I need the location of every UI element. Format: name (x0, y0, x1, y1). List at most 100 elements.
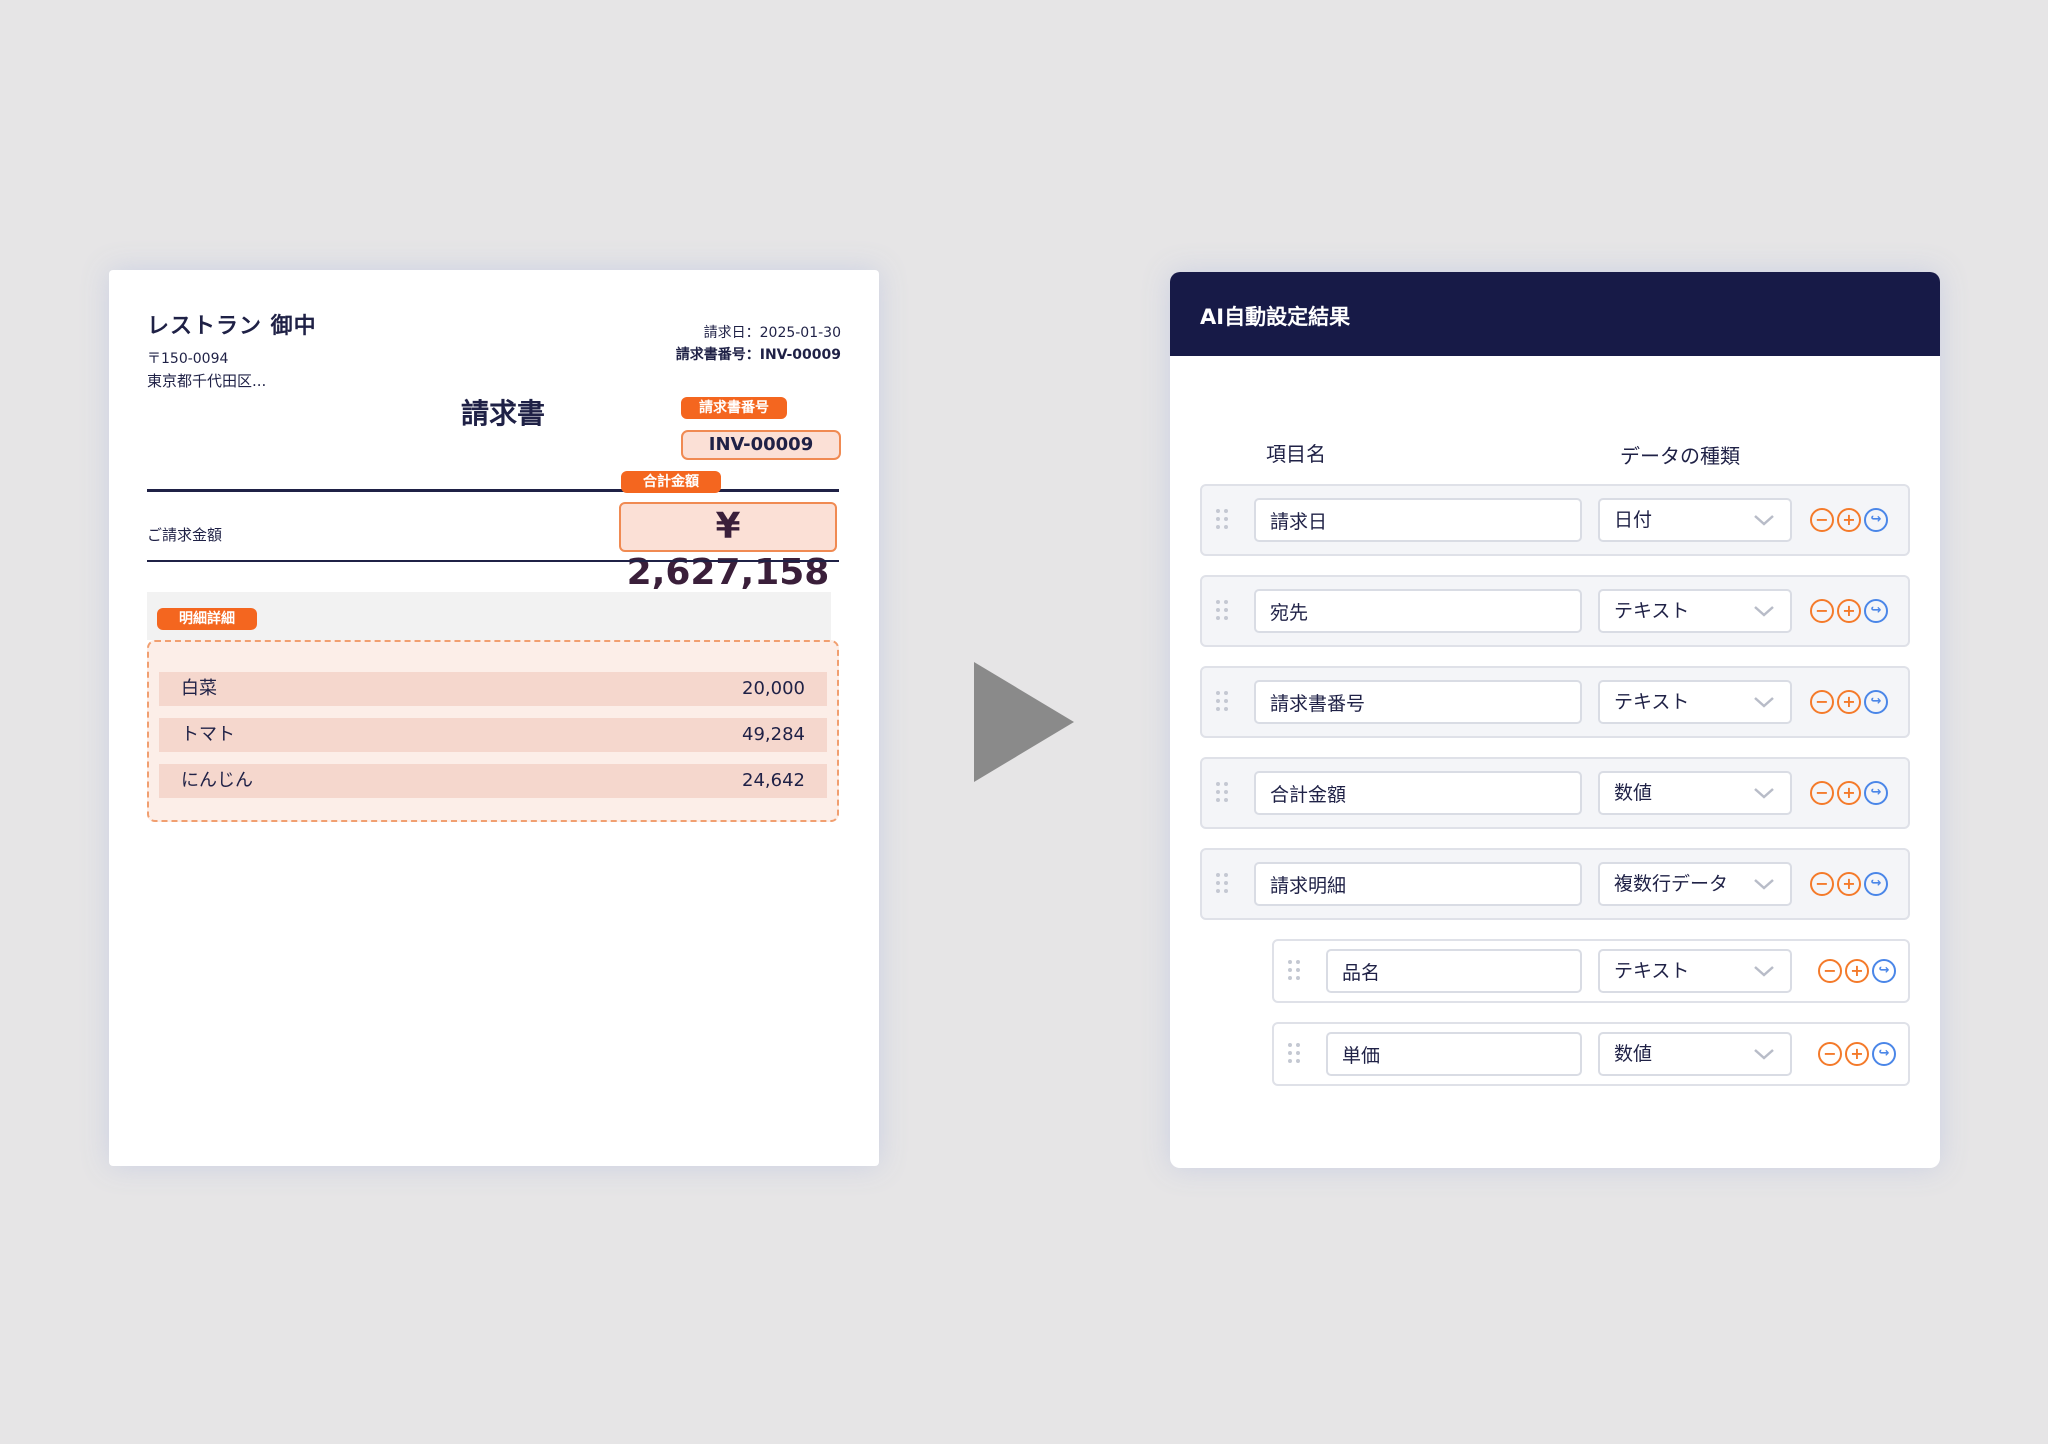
item-value: 24,642 (742, 770, 805, 791)
child-field-row: 数値 −+↪ (1272, 1022, 1910, 1086)
item-value: 20,000 (742, 678, 805, 699)
data-type-value: 複数行データ (1614, 873, 1729, 895)
data-type-value: 日付 (1614, 509, 1653, 531)
field-name-input[interactable] (1326, 949, 1582, 993)
field-name-input[interactable] (1254, 589, 1582, 633)
play-arrow-icon (974, 662, 1074, 782)
item-value: 49,284 (742, 724, 805, 745)
total-amount-tag: 合計金額 (621, 471, 721, 493)
field-row: テキスト −+↪ (1200, 575, 1910, 647)
drag-handle-icon[interactable] (1288, 960, 1304, 982)
amount-label: ご請求金額 (147, 526, 223, 544)
invoice-number-tag: 請求書番号 (681, 397, 787, 419)
remove-icon[interactable]: − (1810, 781, 1834, 805)
data-type-select[interactable]: テキスト (1598, 680, 1792, 724)
row-actions: − + ↪ (1810, 508, 1894, 532)
invoice-title: 請求書 (461, 397, 546, 430)
remove-icon[interactable]: − (1810, 508, 1834, 532)
panel-title: AI自動設定結果 (1200, 305, 1351, 329)
add-icon[interactable]: + (1845, 1042, 1869, 1066)
list-item: にんじん 24,642 (159, 764, 827, 798)
remove-icon[interactable]: − (1818, 959, 1842, 983)
add-child-icon[interactable]: ↪ (1864, 690, 1888, 714)
divider (147, 560, 839, 562)
chevron-down-icon (1754, 788, 1774, 799)
field-row: 数値 −+↪ (1200, 757, 1910, 829)
total-amount-highlight: ¥ 2,627,158 (619, 502, 837, 593)
add-icon[interactable]: + (1837, 599, 1861, 623)
row-actions: − + ↪ (1810, 781, 1894, 805)
data-type-select[interactable]: 複数行データ (1598, 862, 1792, 906)
field-name-input[interactable] (1254, 680, 1582, 724)
remove-icon[interactable]: − (1818, 1042, 1842, 1066)
item-name: トマト (181, 724, 235, 745)
chevron-down-icon (1754, 966, 1774, 977)
row-actions: − + ↪ (1810, 599, 1894, 623)
data-type-select[interactable]: テキスト (1598, 589, 1792, 633)
list-item: 白菜 20,000 (159, 672, 827, 706)
divider (147, 489, 839, 492)
chevron-down-icon (1754, 1049, 1774, 1060)
data-type-value: テキスト (1614, 960, 1690, 982)
field-row: 日付 −+↪ (1200, 484, 1910, 556)
add-icon[interactable]: + (1837, 781, 1861, 805)
field-name-input[interactable] (1326, 1032, 1582, 1076)
data-type-value: 数値 (1614, 1043, 1653, 1065)
chevron-down-icon (1754, 606, 1774, 617)
chevron-down-icon (1754, 515, 1774, 526)
drag-handle-icon[interactable] (1216, 873, 1232, 895)
data-type-value: テキスト (1614, 600, 1690, 622)
add-icon[interactable]: + (1845, 959, 1869, 983)
row-actions: − + ↪ (1810, 690, 1894, 714)
item-name: にんじん (181, 770, 253, 791)
chevron-down-icon (1754, 697, 1774, 708)
remove-icon[interactable]: − (1810, 872, 1834, 896)
field-name-input[interactable] (1254, 771, 1582, 815)
row-actions: − + ↪ (1810, 872, 1894, 896)
invoice-postal-code: 〒150-0094 (147, 351, 229, 367)
column-header-type: データの種類 (1620, 444, 1740, 468)
field-row: テキスト −+↪ (1200, 666, 1910, 738)
field-name-input[interactable] (1254, 498, 1582, 542)
drag-handle-icon[interactable] (1216, 509, 1232, 531)
data-type-select[interactable]: 数値 (1598, 1032, 1792, 1076)
data-type-value: 数値 (1614, 782, 1653, 804)
data-type-select[interactable]: テキスト (1598, 949, 1792, 993)
add-icon[interactable]: + (1837, 690, 1861, 714)
remove-icon[interactable]: − (1810, 690, 1834, 714)
drag-handle-icon[interactable] (1216, 691, 1232, 713)
invoice-number-highlight: INV-00009 (681, 430, 841, 460)
add-icon[interactable]: + (1837, 508, 1861, 532)
chevron-down-icon (1754, 879, 1774, 890)
add-child-icon[interactable]: ↪ (1864, 781, 1888, 805)
invoice-client: レストラン 御中 (147, 314, 317, 339)
add-child-icon[interactable]: ↪ (1864, 599, 1888, 623)
row-actions: − + ↪ (1818, 1042, 1902, 1066)
row-actions: − + ↪ (1818, 959, 1902, 983)
add-child-icon[interactable]: ↪ (1864, 872, 1888, 896)
remove-icon[interactable]: − (1810, 599, 1834, 623)
list-item: トマト 49,284 (159, 718, 827, 752)
data-type-value: テキスト (1614, 691, 1690, 713)
field-name-input[interactable] (1254, 862, 1582, 906)
drag-handle-icon[interactable] (1288, 1043, 1304, 1065)
data-type-select[interactable]: 数値 (1598, 771, 1792, 815)
item-name: 白菜 (181, 678, 217, 699)
invoice-number-line: 請求書番号：INV-00009 (675, 347, 841, 363)
field-row: 複数行データ −+↪ (1200, 848, 1910, 920)
add-child-icon[interactable]: ↪ (1864, 508, 1888, 532)
invoice-document: レストラン 御中 〒150-0094 東京都千代田区... 請求日：2025-0… (109, 270, 879, 1166)
column-header-name: 項目名 (1266, 442, 1326, 466)
add-child-icon[interactable]: ↪ (1872, 1042, 1896, 1066)
add-child-icon[interactable]: ↪ (1872, 959, 1896, 983)
add-icon[interactable]: + (1837, 872, 1861, 896)
panel-header: AI自動設定結果 (1170, 272, 1940, 356)
invoice-address: 東京都千代田区... (147, 372, 267, 390)
child-field-row: テキスト −+↪ (1272, 939, 1910, 1003)
data-type-select[interactable]: 日付 (1598, 498, 1792, 542)
drag-handle-icon[interactable] (1216, 782, 1232, 804)
invoice-date: 請求日：2025-01-30 (703, 325, 841, 341)
drag-handle-icon[interactable] (1216, 600, 1232, 622)
details-highlight: 白菜 20,000 トマト 49,284 にんじん 24,642 (147, 640, 839, 822)
details-tag: 明細詳細 (157, 608, 257, 630)
